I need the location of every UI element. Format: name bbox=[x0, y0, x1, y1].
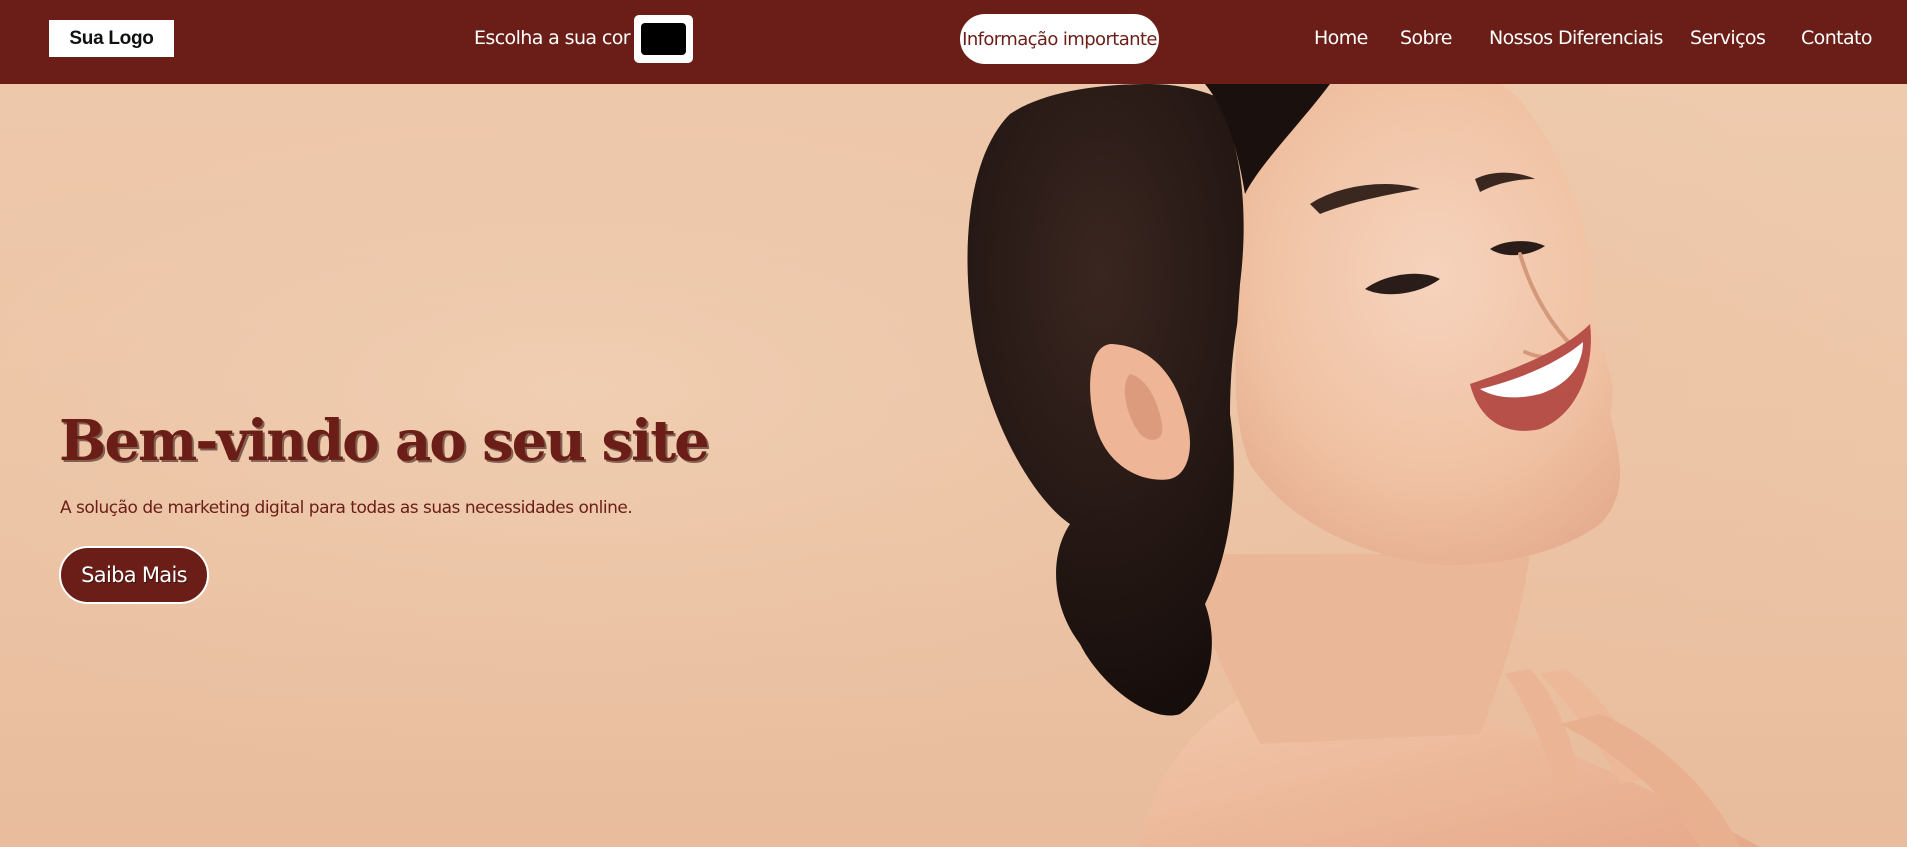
site-logo[interactable]: Sua Logo bbox=[49, 20, 174, 57]
top-navigation-bar: Sua Logo Escolha a sua cor Informação im… bbox=[0, 0, 1907, 84]
important-info-button[interactable]: Informação importante bbox=[960, 14, 1159, 64]
nav-link-sobre[interactable]: Sobre bbox=[1400, 25, 1452, 51]
hero-subtitle: A solução de marketing digital para toda… bbox=[60, 498, 633, 518]
selected-color-swatch bbox=[641, 23, 686, 55]
color-picker-label: Escolha a sua cor bbox=[474, 27, 631, 49]
nav-link-contato[interactable]: Contato bbox=[1801, 25, 1873, 51]
nav-link-home[interactable]: Home bbox=[1314, 25, 1368, 51]
nav-link-diferenciais[interactable]: Nossos Diferenciais bbox=[1489, 25, 1663, 51]
saiba-mais-button[interactable]: Saiba Mais bbox=[59, 546, 209, 604]
hero-title: Bem-vindo ao seu site bbox=[59, 408, 710, 474]
color-picker-button[interactable] bbox=[634, 15, 693, 63]
nav-link-servicos[interactable]: Serviços bbox=[1690, 25, 1766, 51]
hero-section: Bem-vindo ao seu site A solução de marke… bbox=[0, 84, 1907, 847]
